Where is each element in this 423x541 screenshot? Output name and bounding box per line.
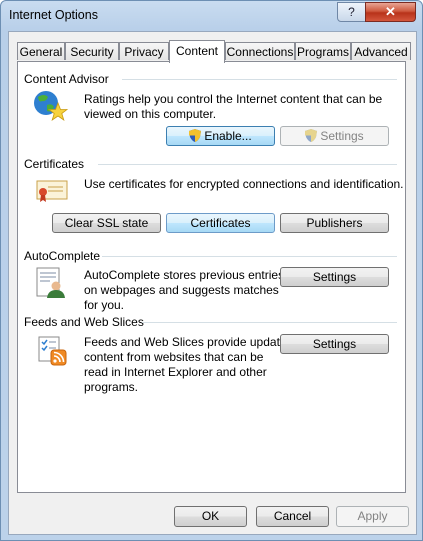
section-divider [122, 79, 397, 80]
cancel-button[interactable]: Cancel [256, 506, 329, 527]
help-button[interactable]: ? [337, 2, 366, 22]
help-icon: ? [348, 5, 355, 19]
autocomplete-title: AutoComplete [24, 249, 101, 263]
section-divider [102, 256, 397, 257]
content-tab-panel: Content Advisor Ratings help you control… [17, 61, 406, 493]
tab-privacy[interactable]: Privacy [119, 42, 169, 60]
content-advisor-description: Ratings help you control the Internet co… [84, 92, 382, 122]
tab-security[interactable]: Security [65, 42, 119, 60]
tab-connections[interactable]: Connections [225, 42, 295, 60]
dialog-client-area: General Security Privacy Content Connect… [8, 31, 417, 535]
feeds-settings-button[interactable]: Settings [280, 334, 389, 354]
autocomplete-icon [36, 267, 65, 298]
close-button[interactable]: ✕ [365, 2, 416, 22]
content-advisor-title: Content Advisor [24, 72, 109, 86]
tab-programs[interactable]: Programs [295, 42, 351, 60]
feeds-title: Feeds and Web Slices [24, 315, 144, 329]
globe-star-icon [34, 91, 68, 121]
feeds-icon [38, 336, 67, 366]
certificates-description: Use certificates for encrypted connectio… [84, 177, 404, 191]
certificates-button[interactable]: Certificates [166, 213, 275, 233]
internet-options-window: Internet Options ? ✕ General Security Pr… [0, 0, 423, 541]
tab-content[interactable]: Content [169, 40, 225, 63]
section-divider [98, 164, 397, 165]
content-advisor-settings-button[interactable]: Settings [280, 126, 389, 146]
tab-advanced[interactable]: Advanced [351, 42, 411, 60]
description-line: content from websites that can be [84, 350, 264, 364]
description-line: AutoComplete stores previous entries [84, 268, 285, 282]
clear-ssl-state-button[interactable]: Clear SSL state [52, 213, 161, 233]
window-title: Internet Options [9, 8, 98, 22]
description-line: Feeds and Web Slices provide updated [84, 335, 294, 349]
description-line: programs. [84, 380, 139, 394]
autocomplete-settings-button[interactable]: Settings [280, 267, 389, 287]
settings-label: Settings [320, 129, 364, 143]
feeds-description: Feeds and Web Slices provide updated con… [84, 335, 293, 395]
certificates-title: Certificates [24, 157, 85, 171]
description-line: for you. [84, 298, 125, 312]
publishers-button[interactable]: Publishers [280, 213, 389, 233]
uac-shield-icon [305, 129, 318, 142]
description-line: Ratings help you control the Internet co… [84, 92, 383, 106]
autocomplete-description: AutoComplete stores previous entries on … [84, 268, 284, 313]
section-divider [142, 322, 397, 323]
ok-button[interactable]: OK [174, 506, 247, 527]
uac-shield-icon [189, 129, 202, 142]
tab-general[interactable]: General [17, 42, 65, 60]
title-bar[interactable]: Internet Options ? ✕ [1, 1, 422, 31]
description-line: viewed on this computer. [84, 107, 217, 121]
close-icon: ✕ [385, 4, 396, 19]
enable-content-advisor-button[interactable]: Enable... [166, 126, 275, 146]
description-line: read in Internet Explorer and other [84, 365, 267, 379]
description-line: on webpages and suggests matches [84, 283, 279, 297]
certificate-icon [36, 180, 68, 202]
enable-label: Enable... [204, 129, 252, 143]
apply-button[interactable]: Apply [336, 506, 409, 527]
